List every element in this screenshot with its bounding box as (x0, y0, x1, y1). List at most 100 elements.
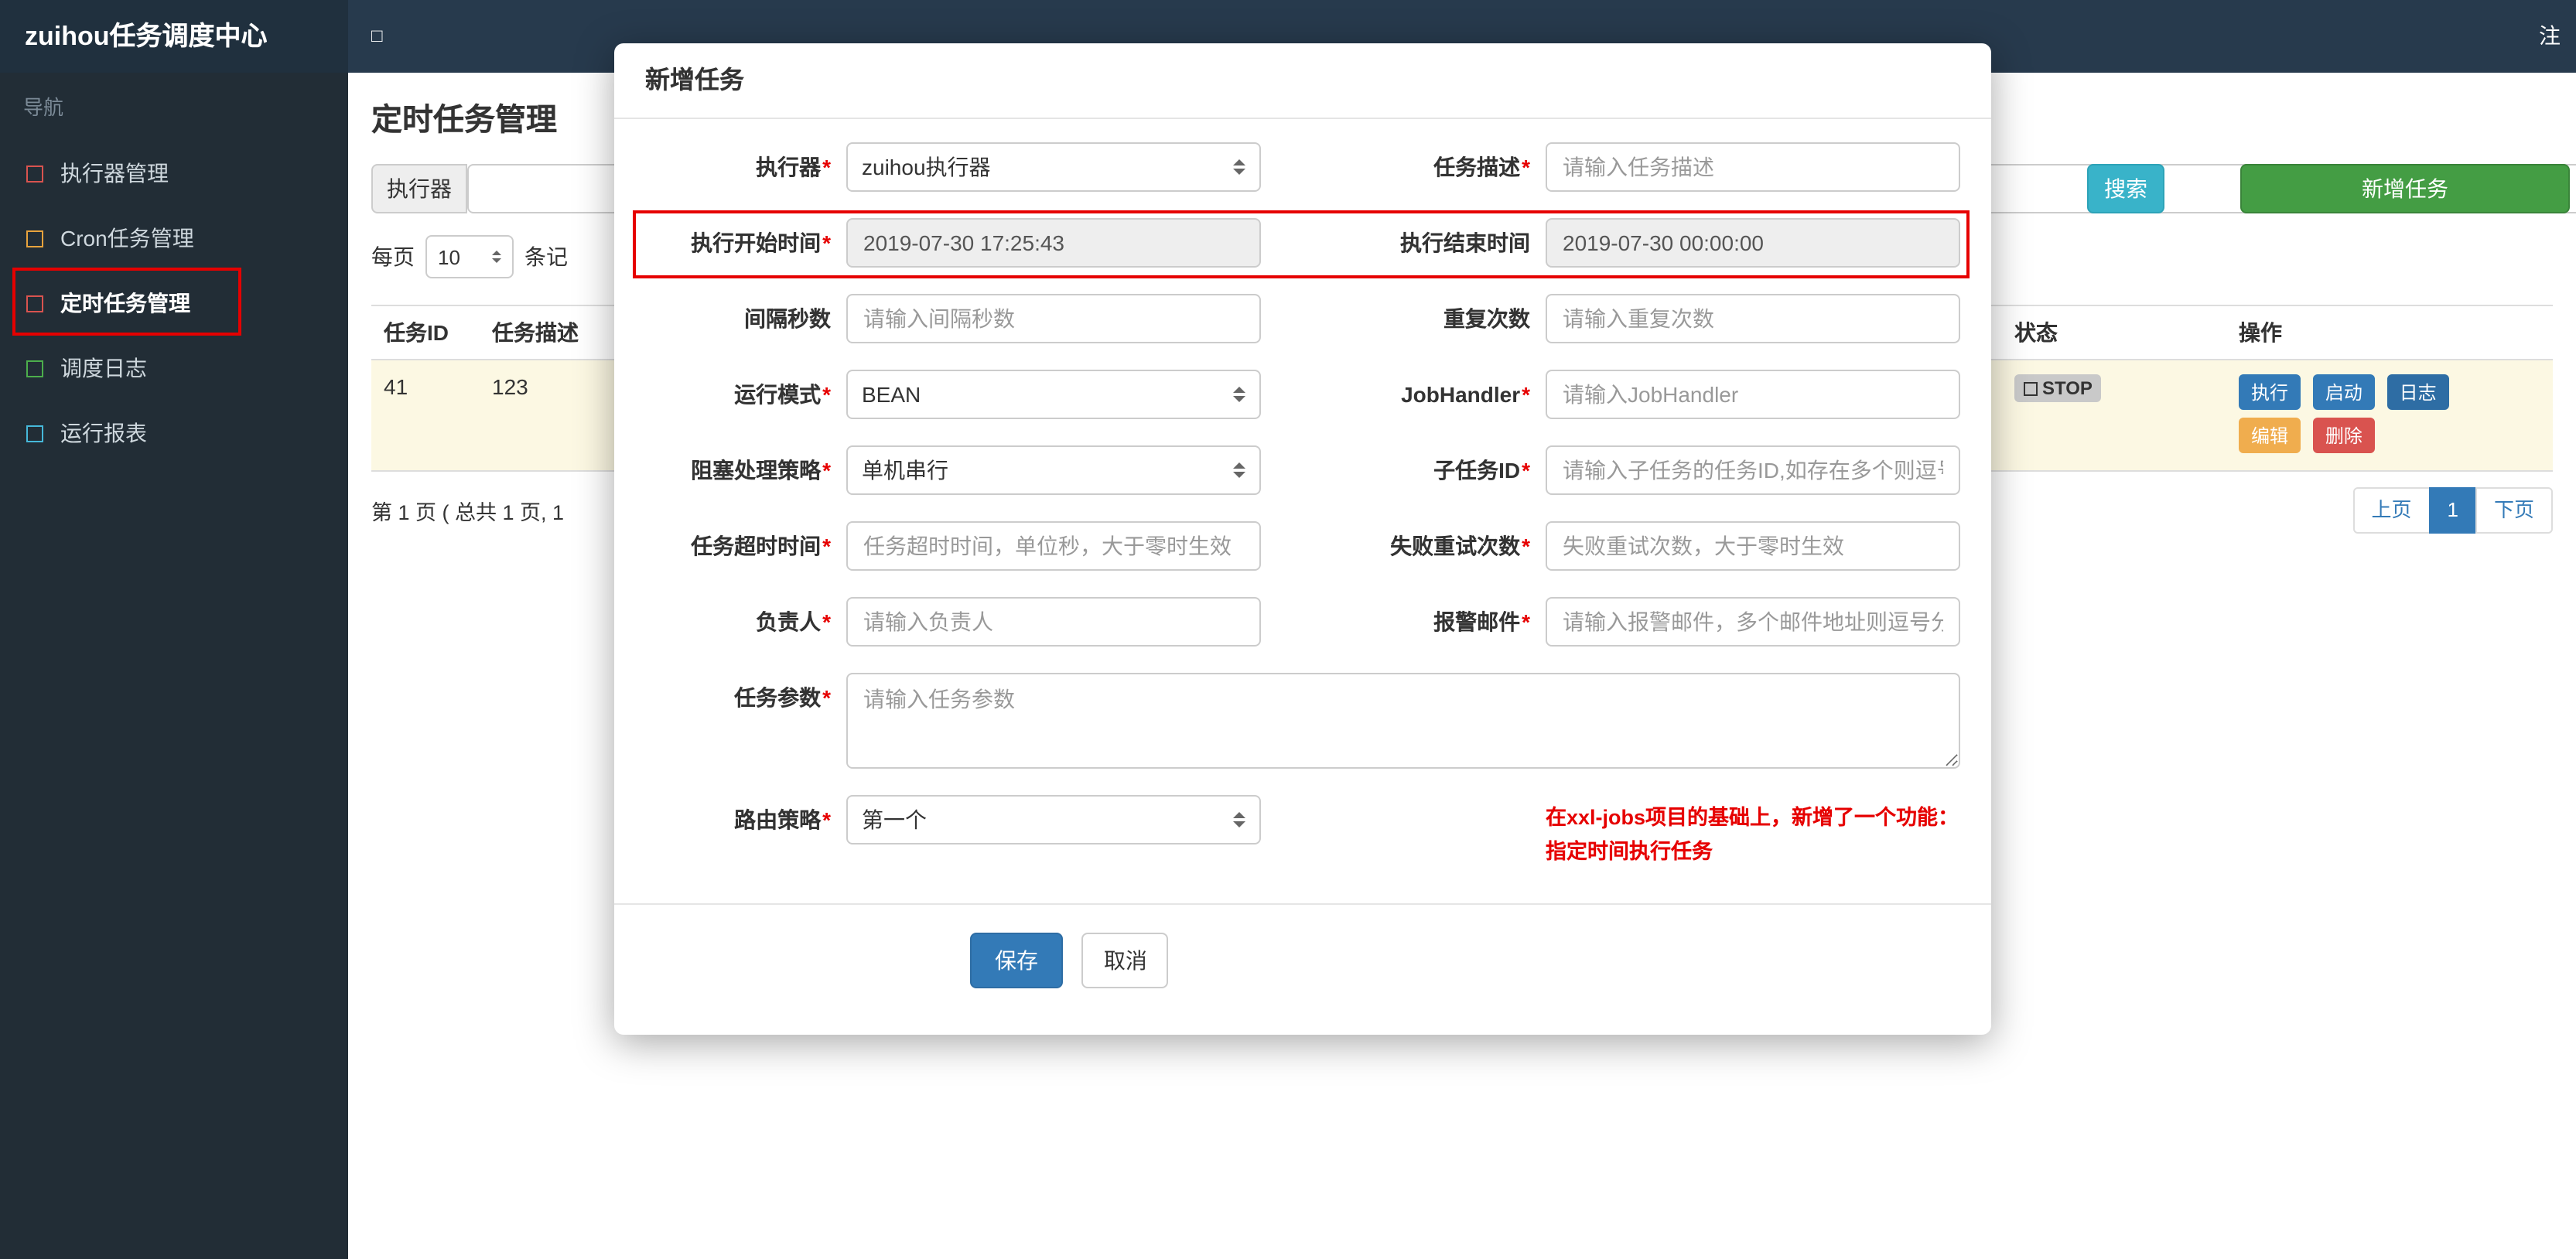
form-row-interval: 间隔秒数 重复次数 (645, 294, 1960, 343)
current-page-button[interactable]: 1 (2428, 487, 2477, 534)
start-time-label: 执行开始时间 * (691, 230, 831, 255)
executor-filter-label: 执行器 (371, 164, 467, 213)
add-job-button[interactable]: 新增任务 (2240, 164, 2570, 213)
job-handler-input[interactable] (1546, 370, 1960, 419)
col-header-job-id: 任务ID (384, 320, 449, 345)
log-button[interactable]: 日志 (2386, 374, 2449, 410)
run-button[interactable]: 执行 (2239, 374, 2301, 410)
job-params-textarea[interactable] (846, 673, 1960, 769)
end-time-input[interactable] (1546, 218, 1960, 268)
required-marker: * (822, 534, 831, 558)
app-root: zuihou任务调度中心 □ 注销 导航 执行器管理 Cron任务管理 定时任务… (0, 0, 2576, 1259)
block-strategy-label: 阻塞处理策略 * (691, 458, 831, 483)
fail-retry-input[interactable] (1546, 521, 1960, 571)
modal-header: 新增任务 (614, 43, 1991, 119)
alarm-email-input[interactable] (1546, 597, 1960, 647)
job-desc-input[interactable] (1546, 142, 1960, 192)
per-page-prefix: 每页 (371, 244, 415, 269)
block-strategy-select[interactable]: 单机串行 (846, 445, 1261, 495)
job-params-label: 任务参数 * (734, 685, 831, 710)
sidebar-item-cron-task-management[interactable]: Cron任务管理 (0, 206, 348, 271)
feature-note-line1: 在xxl-jobs项目的基础上，新增了一个功能： (1546, 806, 1959, 829)
per-page-select[interactable]: 10 (425, 235, 514, 278)
feature-note-line2: 指定时间执行任务 (1546, 840, 1713, 863)
sidebar-toggle-icon[interactable]: □ (371, 0, 383, 73)
select-arrows-icon (1233, 462, 1245, 478)
modal-title: 新增任务 (645, 68, 745, 94)
repeat-count-input[interactable] (1546, 294, 1960, 343)
job-desc-label: 任务描述 * (1433, 155, 1530, 179)
sidebar: 导航 执行器管理 Cron任务管理 定时任务管理 调度日志 运行报表 (0, 73, 348, 1259)
required-marker: * (1522, 458, 1530, 483)
form-row-block-strategy: 阻塞处理策略 * 单机串行 子任务ID * (645, 445, 1960, 495)
add-job-modal: 新增任务 执行器* zuihou执行器 任务描述* 执行开始时间* 执行结束时间… (614, 43, 1991, 1035)
required-marker: * (822, 155, 831, 179)
executor-select-value: zuihou执行器 (862, 155, 991, 179)
route-strategy-select[interactable]: 第一个 (846, 795, 1261, 844)
owner-label: 负责人 * (756, 609, 831, 634)
job-handler-label: JobHandler * (1401, 382, 1530, 407)
required-marker: * (822, 230, 831, 255)
logout-link[interactable]: 注销 (2539, 0, 2576, 121)
pagination-summary: 第 1 页 ( 总共 1 页, 1 (371, 501, 565, 524)
run-mode-select[interactable]: BEAN (846, 370, 1261, 419)
edit-button[interactable]: 编辑 (2239, 418, 2301, 453)
per-page-suffix: 条记 (524, 244, 568, 269)
sidebar-item-label: 调度日志 (60, 356, 147, 380)
modal-footer: 保存 取消 (614, 905, 1991, 1035)
menu-square-icon (26, 295, 43, 312)
sidebar-item-executor-management[interactable]: 执行器管理 (0, 141, 348, 206)
per-page-value: 10 (438, 245, 460, 268)
pagination: 上页 1 下页 (2352, 487, 2553, 534)
repeat-count-label: 重复次数 (1443, 306, 1530, 331)
sidebar-item-schedule-log[interactable]: 调度日志 (0, 336, 348, 401)
next-page-button[interactable]: 下页 (2475, 487, 2553, 534)
col-header-status: 状态 (2014, 320, 2058, 345)
owner-input[interactable] (846, 597, 1261, 647)
search-button[interactable]: 搜索 (2087, 164, 2164, 213)
per-page-control: 每页 10 条记 (371, 235, 568, 278)
sidebar-item-scheduled-task-management[interactable]: 定时任务管理 (0, 271, 348, 336)
required-marker: * (822, 458, 831, 483)
route-strategy-label: 路由策略 * (734, 807, 831, 832)
menu-square-icon (26, 360, 43, 377)
delete-button[interactable]: 删除 (2312, 418, 2375, 453)
required-marker: * (1522, 155, 1530, 179)
form-row-route-strategy: 路由策略 * 第一个 在xxl-jobs项目的基础上，新增了一个功能： 指定时间执… (645, 795, 1960, 869)
menu-square-icon (26, 165, 43, 182)
status-badge: STOP (2014, 374, 2102, 402)
select-arrows-icon (1233, 387, 1245, 402)
menu-square-icon (26, 425, 43, 442)
modal-body: 执行器* zuihou执行器 任务描述* 执行开始时间* 执行结束时间 间隔秒数… (614, 119, 1991, 869)
start-time-input[interactable] (846, 218, 1261, 268)
form-row-run-mode: 运行模式 * BEAN JobHandler * (645, 370, 1960, 419)
timeout-label: 任务超时时间 * (691, 534, 831, 558)
timeout-input[interactable] (846, 521, 1261, 571)
required-marker: * (822, 609, 831, 634)
sidebar-item-label: 定时任务管理 (60, 291, 190, 316)
interval-input[interactable] (846, 294, 1261, 343)
start-button[interactable]: 启动 (2312, 374, 2375, 410)
child-job-id-label: 子任务ID * (1433, 458, 1530, 483)
required-marker: * (822, 685, 831, 710)
required-marker: * (822, 807, 831, 832)
run-mode-label: 运行模式 * (734, 382, 831, 407)
sidebar-item-run-report[interactable]: 运行报表 (0, 401, 348, 466)
app-title: zuihou任务调度中心 (0, 0, 348, 73)
save-button[interactable]: 保存 (970, 933, 1063, 988)
menu-square-icon (26, 230, 43, 247)
cancel-button[interactable]: 取消 (1081, 933, 1169, 988)
feature-note: 在xxl-jobs项目的基础上，新增了一个功能： 指定时间执行任务 (1546, 795, 1960, 869)
prev-page-button[interactable]: 上页 (2352, 487, 2431, 534)
child-job-id-input[interactable] (1546, 445, 1960, 495)
run-mode-select-value: BEAN (862, 382, 921, 407)
executor-label: 执行器 * (756, 155, 831, 179)
required-marker: * (1522, 382, 1530, 407)
block-strategy-select-value: 单机串行 (862, 458, 948, 483)
form-row-time: 执行开始时间* 执行结束时间 (645, 218, 1960, 268)
status-square-icon (2024, 381, 2038, 395)
select-arrows-icon (492, 251, 501, 263)
interval-label: 间隔秒数 (744, 306, 831, 331)
executor-select[interactable]: zuihou执行器 (846, 142, 1261, 192)
select-arrows-icon (1233, 812, 1245, 827)
